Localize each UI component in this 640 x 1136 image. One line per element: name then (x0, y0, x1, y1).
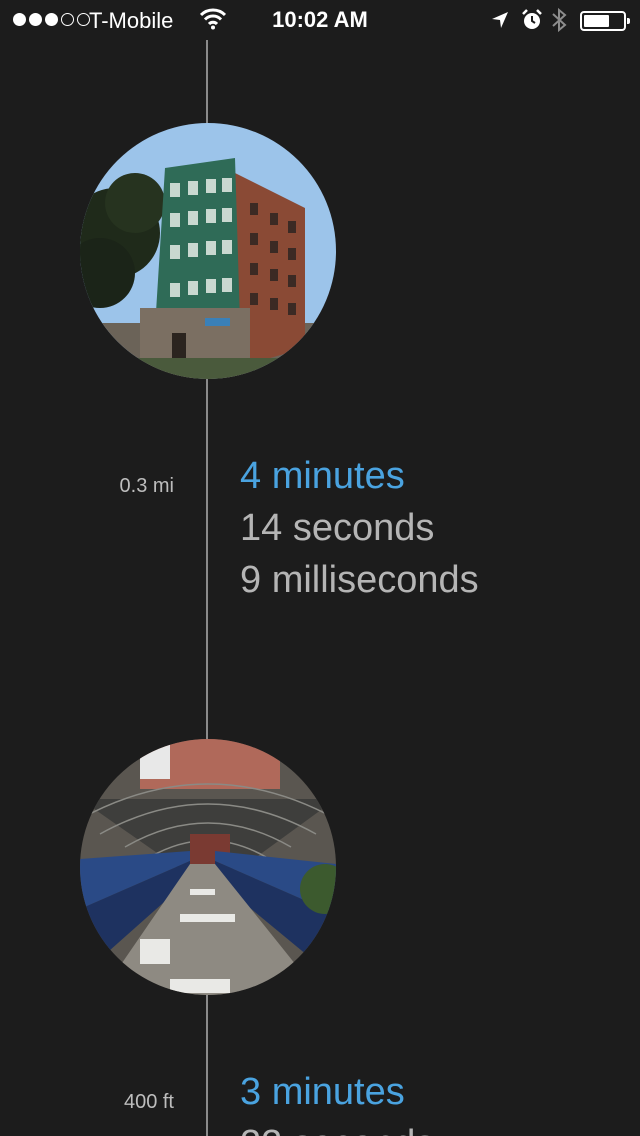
duration-seconds: 14 seconds (240, 507, 435, 549)
covered-footbridge-photo[interactable] (80, 739, 336, 995)
status-time: 10:02 AM (272, 7, 368, 32)
distance-label: 0.3 mi (119, 475, 174, 497)
status-bar: T-Mobile 10:02 AM (0, 0, 640, 40)
alarm-icon (520, 8, 544, 38)
location-arrow-icon (490, 10, 510, 36)
duration-milliseconds: 9 milliseconds (240, 559, 479, 601)
duration-minutes: 3 minutes (240, 1071, 405, 1113)
building-photo[interactable] (80, 123, 336, 379)
duration-block: 4 minutes 14 seconds 9 milliseconds (240, 450, 479, 606)
duration-block: 3 minutes 22 seconds (240, 1066, 434, 1136)
duration-seconds: 22 seconds (240, 1118, 434, 1136)
screen: T-Mobile 10:02 AM 0.3 mi 4 minutes 14 se… (0, 0, 640, 1136)
bluetooth-icon (551, 7, 567, 39)
battery-icon (580, 11, 630, 31)
duration-minutes: 4 minutes (240, 455, 405, 497)
distance-label: 400 ft (123, 1091, 174, 1113)
